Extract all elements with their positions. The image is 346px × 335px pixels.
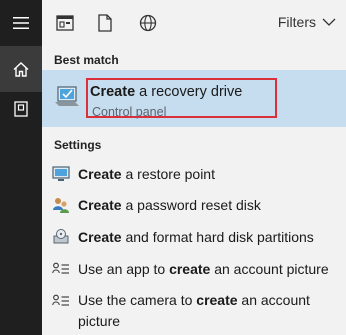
filters-dropdown[interactable]: Filters (278, 14, 336, 30)
best-match-result[interactable]: Create a recovery drive Control panel (42, 70, 346, 127)
settings-item-label: Use an app to create an account picture (78, 261, 329, 277)
account-list-icon (52, 292, 70, 310)
settings-header: Settings (54, 138, 102, 152)
settings-item-password-reset-disk[interactable]: Create a password reset disk (42, 190, 346, 221)
settings-item-disk-partitions[interactable]: Create and format hard disk partitions (42, 222, 346, 253)
settings-item-restore-point[interactable]: Create a restore point (42, 159, 346, 190)
notebook-icon (14, 101, 28, 117)
apps-filter-button[interactable] (54, 12, 76, 34)
settings-item-label: Create a restore point (78, 166, 215, 182)
filters-label: Filters (277, 14, 316, 30)
search-results-panel: Filters Best match Create a recovery dri… (42, 0, 346, 335)
web-filter-button[interactable] (137, 12, 159, 34)
settings-item-label: Create a password reset disk (78, 197, 261, 213)
disk-partition-icon (52, 228, 70, 246)
navigation-rail (0, 0, 42, 335)
users-icon (52, 196, 70, 214)
hamburger-menu-icon (13, 17, 29, 29)
best-match-subtitle: Control panel (92, 105, 167, 119)
web-icon (139, 14, 157, 32)
best-match-title: Create a recovery drive (90, 84, 243, 100)
settings-item-label: Use the camera to create an account pict… (78, 292, 310, 329)
monitor-icon (52, 165, 70, 183)
best-match-header: Best match (54, 53, 119, 67)
notebook-button[interactable] (0, 86, 42, 132)
settings-item-camera-account-picture[interactable]: Use the camera to create an account pict… (42, 286, 346, 332)
menu-button[interactable] (0, 0, 42, 46)
documents-icon (98, 14, 112, 32)
recovery-drive-icon (55, 86, 79, 106)
settings-item-app-account-picture[interactable]: Use an app to create an account picture (42, 254, 346, 285)
home-icon (13, 61, 29, 77)
documents-filter-button[interactable] (94, 12, 116, 34)
filter-toolbar: Filters (42, 0, 346, 46)
chevron-down-icon (322, 18, 336, 26)
settings-item-label: Create and format hard disk partitions (78, 229, 314, 245)
apps-icon (56, 15, 74, 31)
account-list-icon (52, 260, 70, 278)
